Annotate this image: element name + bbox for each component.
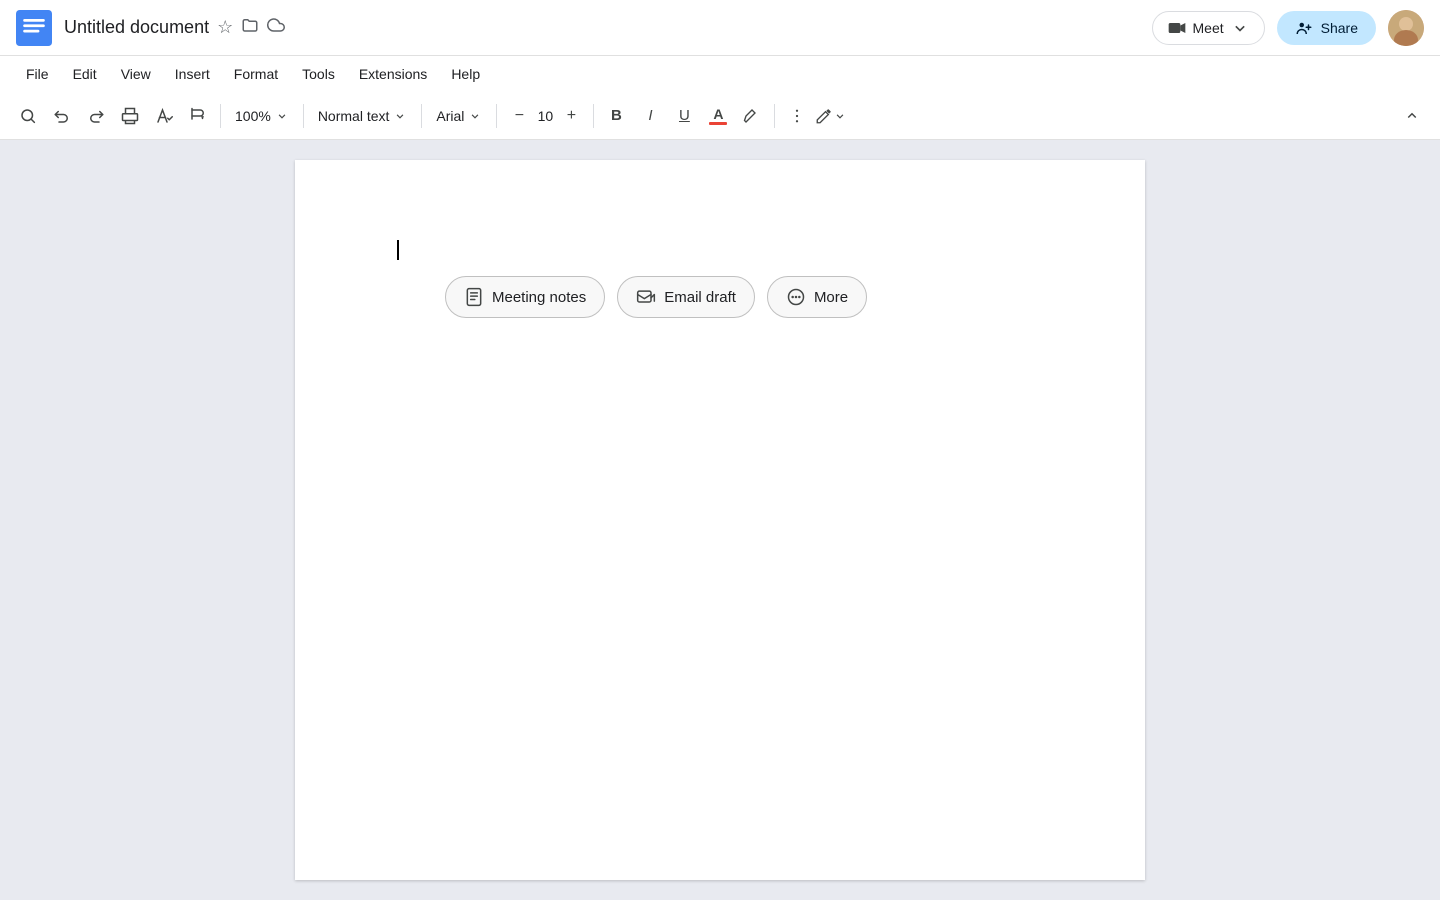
more-chip-icon	[786, 287, 806, 307]
print-icon	[121, 107, 139, 125]
more-options-button[interactable]	[781, 100, 813, 132]
paintformat-icon	[189, 107, 207, 125]
edit-mode-button[interactable]	[815, 100, 847, 132]
font-size-area: − 10 +	[503, 102, 587, 130]
menu-extensions[interactable]: Extensions	[349, 62, 437, 86]
doc-title[interactable]: Untitled document	[64, 17, 209, 38]
more-vert-icon	[788, 107, 806, 125]
zoom-value: 100%	[235, 108, 271, 124]
meeting-notes-label: Meeting notes	[492, 289, 586, 306]
email-draft-chip[interactable]: Email draft	[617, 276, 755, 318]
paragraph-style-value: Normal text	[318, 108, 390, 124]
meet-label: Meet	[1193, 20, 1224, 36]
undo-button[interactable]	[46, 100, 78, 132]
share-label: Share	[1321, 20, 1358, 36]
search-button[interactable]	[12, 100, 44, 132]
share-button[interactable]: Share	[1277, 11, 1376, 45]
zoom-chevron-icon	[275, 109, 289, 123]
undo-icon	[53, 107, 71, 125]
menu-view[interactable]: View	[111, 62, 161, 86]
underline-button[interactable]: U	[668, 100, 700, 132]
font-chevron-icon	[468, 109, 482, 123]
search-icon	[19, 107, 37, 125]
star-icon[interactable]: ☆	[217, 17, 233, 38]
menu-format[interactable]: Format	[224, 62, 288, 86]
font-size-increase[interactable]: +	[559, 104, 583, 128]
font-value: Arial	[436, 108, 464, 124]
text-color-indicator: A	[709, 107, 727, 125]
highlight-icon	[743, 107, 761, 125]
highlight-button[interactable]	[736, 100, 768, 132]
zoom-selector[interactable]: 100%	[227, 104, 297, 128]
paintformat-button[interactable]	[182, 100, 214, 132]
divider-4	[496, 104, 497, 128]
email-draft-icon	[636, 287, 656, 307]
meet-button[interactable]: Meet	[1152, 11, 1265, 45]
menu-insert[interactable]: Insert	[165, 62, 220, 86]
divider-3	[421, 104, 422, 128]
folder-icon[interactable]	[241, 16, 259, 39]
font-selector[interactable]: Arial	[428, 104, 490, 128]
menu-file[interactable]: File	[16, 62, 59, 86]
doc-title-area: Untitled document ☆	[64, 16, 1140, 39]
template-chips-container: Meeting notes Email draft M	[445, 276, 1045, 318]
font-size-value[interactable]: 10	[533, 108, 557, 124]
paragraph-chevron-icon	[393, 109, 407, 123]
divider-6	[774, 104, 775, 128]
cloud-icon[interactable]	[267, 16, 285, 39]
text-cursor	[397, 240, 399, 260]
toolbar: 100% Normal text Arial − 10 + B I U	[0, 92, 1440, 140]
redo-icon	[87, 107, 105, 125]
more-chip-label: More	[814, 289, 848, 306]
chevron-up-icon	[1403, 107, 1421, 125]
top-right: Meet Share	[1152, 10, 1424, 46]
edit-chevron-icon	[833, 109, 847, 123]
menu-help[interactable]: Help	[441, 62, 490, 86]
main-content: Meeting notes Email draft M	[0, 140, 1440, 900]
app-icon[interactable]	[16, 10, 52, 46]
divider-5	[593, 104, 594, 128]
redo-button[interactable]	[80, 100, 112, 132]
chevron-down-icon	[1230, 18, 1250, 38]
spellcheck-button[interactable]	[148, 100, 180, 132]
meeting-notes-icon	[464, 287, 484, 307]
font-size-decrease[interactable]: −	[507, 104, 531, 128]
pencil-icon	[815, 107, 833, 125]
italic-button[interactable]: I	[634, 100, 666, 132]
divider-1	[220, 104, 221, 128]
person-add-icon	[1295, 19, 1313, 37]
menu-bar: File Edit View Insert Format Tools Exten…	[0, 56, 1440, 92]
avatar[interactable]	[1388, 10, 1424, 46]
italic-icon: I	[648, 107, 652, 124]
paragraph-style-selector[interactable]: Normal text	[310, 104, 416, 128]
divider-2	[303, 104, 304, 128]
document-page[interactable]: Meeting notes Email draft M	[295, 160, 1145, 880]
bold-button[interactable]: B	[600, 100, 632, 132]
video-icon	[1167, 18, 1187, 38]
more-chip[interactable]: More	[767, 276, 867, 318]
collapse-toolbar-button[interactable]	[1396, 100, 1428, 132]
top-bar: Untitled document ☆ Meet	[0, 0, 1440, 56]
menu-edit[interactable]: Edit	[63, 62, 107, 86]
underline-icon: U	[679, 107, 690, 124]
meeting-notes-chip[interactable]: Meeting notes	[445, 276, 605, 318]
bold-icon: B	[611, 107, 622, 124]
email-draft-label: Email draft	[664, 289, 736, 306]
menu-tools[interactable]: Tools	[292, 62, 345, 86]
print-button[interactable]	[114, 100, 146, 132]
text-color-button[interactable]: A	[702, 100, 734, 132]
document-body	[395, 240, 1045, 260]
spellcheck-icon	[155, 107, 173, 125]
